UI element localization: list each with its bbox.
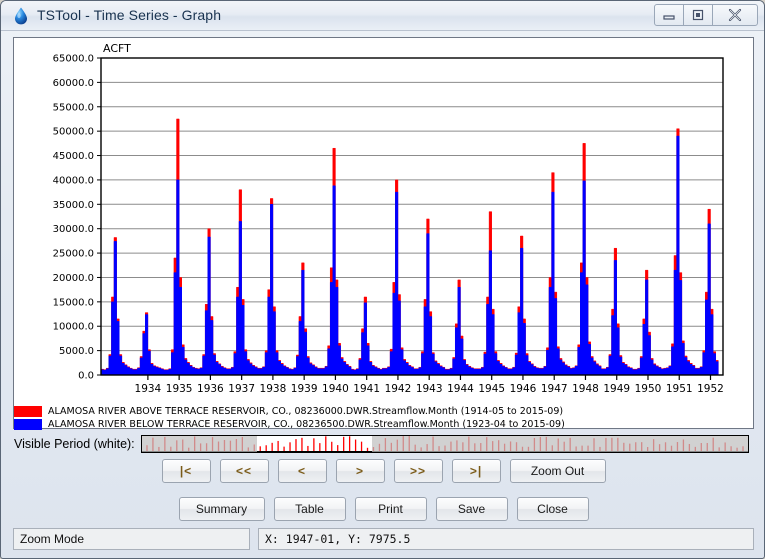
series-area-below [101, 135, 719, 375]
y-tick-label: 40000.0 [53, 175, 94, 186]
plot-frame [100, 57, 724, 376]
close-icon [728, 8, 742, 22]
legend-swatch-above [14, 406, 42, 417]
nav-last-button[interactable]: >| [451, 459, 501, 483]
chart-legend: ALAMOSA RIVER ABOVE TERRACE RESERVOIR, C… [14, 405, 753, 431]
status-bar: Zoom Mode X: 1947-01, Y: 7975.5 [13, 528, 754, 550]
x-tick-label: 1935 [166, 383, 193, 395]
y-tick-label: 0.0 [78, 371, 94, 382]
print-button[interactable]: Print [354, 497, 427, 521]
x-tick-label: 1950 [635, 383, 662, 395]
nav-step-forward-button[interactable]: > [335, 459, 385, 483]
y-tick-label: 50000.0 [53, 127, 94, 138]
graph-panel[interactable]: ACFT 0.0 5000.0 10000.0 15000.0 20000.0 25000.… [13, 37, 754, 429]
x-tick-label: 1945 [478, 383, 505, 395]
visible-period-row: Visible Period (white): [14, 434, 754, 454]
visible-period-mask-left[interactable] [141, 436, 257, 452]
y-tick-label: 45000.0 [53, 151, 94, 162]
title-bar: TSTool - Time Series - Graph [1, 1, 764, 31]
x-tick-label: 1952 [697, 383, 724, 395]
y-tick-label: 30000.0 [53, 224, 94, 235]
y-tick-label: 15000.0 [53, 297, 94, 308]
maximize-icon [692, 9, 704, 21]
x-tick-label: 1939 [291, 383, 318, 395]
action-button-row: Summary Table Print Save Close [1, 497, 765, 521]
legend-label-below: ALAMOSA RIVER BELOW TERRACE RESERVOIR, C… [48, 419, 565, 430]
visible-period-mask-right[interactable] [371, 436, 748, 452]
x-tick-label: 1947 [541, 383, 568, 395]
nav-page-forward-button[interactable]: >> [393, 459, 443, 483]
x-tick-label: 1946 [510, 383, 537, 395]
y-tick-label: 20000.0 [53, 273, 94, 284]
nav-page-back-button[interactable]: << [219, 459, 269, 483]
x-tick-label: 1949 [603, 383, 630, 395]
save-button[interactable]: Save [435, 497, 508, 521]
series-area-above [101, 118, 719, 375]
x-tick-label: 1942 [385, 383, 412, 395]
x-tick-label: 1940 [322, 383, 349, 395]
window-controls [654, 4, 758, 26]
zoom-out-button[interactable]: Zoom Out [509, 459, 606, 483]
y-tick-label: 5000.0 [59, 346, 94, 357]
y-axis-label: ACFT [103, 42, 131, 55]
legend-entry-below[interactable]: ALAMOSA RIVER BELOW TERRACE RESERVOIR, C… [14, 418, 753, 431]
water-drop-icon [15, 7, 27, 25]
minimize-button[interactable] [654, 4, 684, 26]
visible-period-label: Visible Period (white): [14, 437, 135, 451]
x-tick-label: 1948 [572, 383, 599, 395]
y-tick-label: 35000.0 [53, 200, 94, 211]
minimize-icon [663, 15, 675, 20]
x-tick-label: 1941 [353, 383, 380, 395]
x-tick-label: 1936 [197, 383, 224, 395]
x-tick-label: 1944 [447, 383, 474, 395]
x-tick-label: 1951 [666, 383, 693, 395]
time-series-plot[interactable]: ACFT 0.0 5000.0 10000.0 15000.0 20000.0 25000.… [14, 38, 753, 428]
nav-step-back-button[interactable]: < [277, 459, 327, 483]
window-title: TSTool - Time Series - Graph [37, 7, 222, 23]
maximize-button[interactable] [683, 4, 713, 26]
x-tick-label: 1938 [260, 383, 287, 395]
status-coordinates: X: 1947-01, Y: 7975.5 [258, 528, 754, 550]
y-tick-label: 60000.0 [53, 78, 94, 89]
close-window-button[interactable] [712, 4, 758, 26]
x-tick-label: 1943 [416, 383, 443, 395]
nav-first-button[interactable]: |< [161, 459, 211, 483]
legend-entry-above[interactable]: ALAMOSA RIVER ABOVE TERRACE RESERVOIR, C… [14, 405, 753, 418]
legend-swatch-below [14, 419, 42, 430]
summary-button[interactable]: Summary [178, 497, 265, 521]
x-tick-label: 1937 [228, 383, 255, 395]
status-mode: Zoom Mode [13, 528, 250, 550]
legend-label-above: ALAMOSA RIVER ABOVE TERRACE RESERVOIR, C… [48, 406, 564, 417]
close-button[interactable]: Close [516, 497, 589, 521]
visible-period-slider[interactable] [140, 435, 749, 453]
tstool-graph-window: TSTool - Time Series - Graph ACFT 0.0 50… [0, 0, 765, 559]
navigation-button-row: |< << < > >> >| Zoom Out [1, 459, 765, 483]
y-tick-label: 65000.0 [53, 54, 94, 65]
y-tick-label: 25000.0 [53, 249, 94, 260]
table-button[interactable]: Table [273, 497, 346, 521]
y-tick-label: 10000.0 [53, 322, 94, 333]
x-tick-label: 1934 [135, 383, 162, 395]
y-tick-label: 55000.0 [53, 102, 94, 113]
